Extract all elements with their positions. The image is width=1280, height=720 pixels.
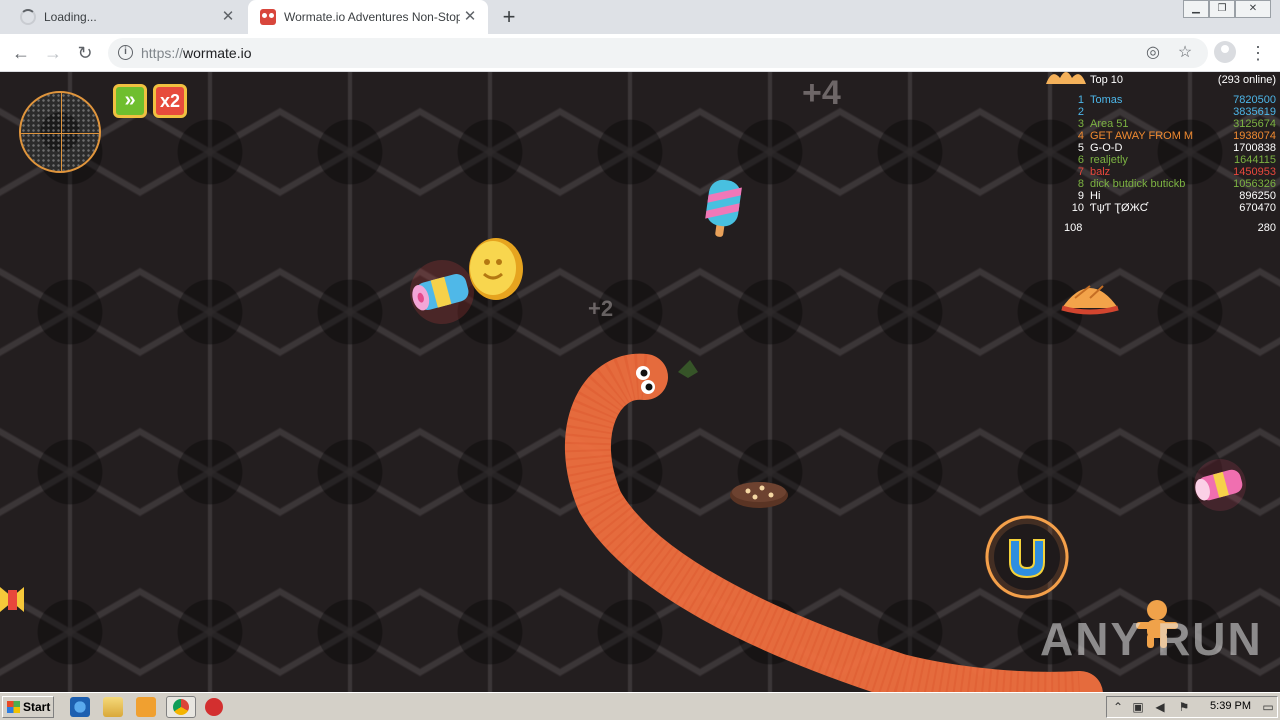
leaderboard-rank: 4 xyxy=(1077,130,1084,142)
popsicle-food xyxy=(705,179,742,237)
chrome-taskbar-button[interactable] xyxy=(166,696,196,718)
close-tab-icon[interactable]: ✕ xyxy=(460,7,480,27)
location-icon[interactable]: ◎ xyxy=(1143,43,1163,63)
tab-loading[interactable]: Loading... ✕ xyxy=(8,0,246,34)
leaderboard-name: G-O-D xyxy=(1090,142,1123,154)
leaderboard-score: 7820500 xyxy=(1233,94,1276,106)
cookie-food xyxy=(730,482,788,508)
score-popup: +4 xyxy=(802,74,841,112)
minimap xyxy=(19,91,101,173)
folder-icon[interactable] xyxy=(103,697,123,717)
leaderboard-name: realjetly xyxy=(1090,154,1128,166)
leaderboard-row: 7 balz 1450953 xyxy=(1068,166,1276,178)
leaderboard-title: Top 10 xyxy=(1090,74,1124,86)
stop-icon[interactable] xyxy=(205,698,223,716)
leaderboard-rank: 9 xyxy=(1077,190,1084,202)
leaderboard-name: GET AWAY FROM M xyxy=(1090,130,1194,142)
leaderboard-score: 1644115 xyxy=(1233,154,1276,166)
volume-icon[interactable]: ◀ xyxy=(1153,700,1167,714)
leaderboard-row: 3 Area 51 3125674 xyxy=(1068,118,1276,130)
player-rank: 108 xyxy=(1064,222,1083,234)
leaderboard-score: 1700838 xyxy=(1233,142,1276,154)
leaderboard-row: 10 ƬψƬ ƮØЖƇ 670470 xyxy=(1068,202,1276,214)
leaderboard-row: 5 G-O-D 1700838 xyxy=(1068,142,1276,154)
coin-food xyxy=(469,238,523,300)
clock[interactable]: 5:39 PM xyxy=(1210,700,1251,712)
minimize-button[interactable]: ▁ xyxy=(1183,0,1209,18)
pie-food xyxy=(1061,285,1119,315)
tab-title: Loading... xyxy=(44,10,97,24)
leaderboard-row: 1 Tomas 7820500 xyxy=(1068,94,1276,106)
internet-explorer-icon[interactable] xyxy=(70,697,90,717)
magnet-powerup-orb xyxy=(985,515,1069,599)
leaderboard-score: 670470 xyxy=(1239,202,1276,214)
chrome-icon xyxy=(173,699,189,715)
candy-roll-food xyxy=(1194,459,1246,511)
back-button[interactable]: ← xyxy=(8,40,34,66)
leaderboard-score: 3125674 xyxy=(1233,118,1276,130)
anyrun-watermark: ANY RUN xyxy=(1040,613,1263,665)
leaderboard-rank: 8 xyxy=(1077,178,1084,190)
leaderboard-row: 6 realjetly 1644115 xyxy=(1068,154,1276,166)
online-count: (293 online) xyxy=(1217,74,1276,86)
wormate-favicon-icon xyxy=(260,9,276,25)
leaderboard-rank: 7 xyxy=(1077,166,1084,178)
close-window-button[interactable]: ✕ xyxy=(1235,0,1271,18)
speed-powerup-icon: » xyxy=(113,84,147,118)
tab-strip: Loading... ✕ Wormate.io Adventures Non-S… xyxy=(0,0,1280,34)
flag-icon[interactable]: ⚑ xyxy=(1177,700,1191,714)
score-popup: +2 xyxy=(588,296,614,321)
network-icon[interactable]: ▣ xyxy=(1131,700,1145,714)
leaderboard-score: 1450953 xyxy=(1233,166,1276,178)
leaderboard-name: Tomas xyxy=(1090,94,1123,106)
leaf-food xyxy=(678,360,698,378)
crown-icon xyxy=(1046,72,1086,84)
bookmark-star-icon[interactable]: ☆ xyxy=(1175,43,1195,63)
leaderboard-rank: 1 xyxy=(1077,94,1084,106)
windows-logo-icon xyxy=(7,701,20,713)
leaderboard-row: 8 dick butdick butickb 1056326 xyxy=(1068,178,1276,190)
leaderboard-score: 1056326 xyxy=(1233,178,1276,190)
loading-spinner-icon xyxy=(20,9,36,25)
taskbar: Start ⌃ ▣ ◀ ⚑ ▭ 5:39 PM xyxy=(0,692,1280,720)
leaderboard-rank: 6 xyxy=(1077,154,1084,166)
monitor-icon[interactable]: ▭ xyxy=(1261,700,1275,714)
leaderboard-score: 3835619 xyxy=(1233,106,1276,118)
leaderboard-rank: 2 xyxy=(1077,106,1084,118)
leaderboard-name: ƬψƬ ƮØЖƇ xyxy=(1090,202,1148,214)
media-player-icon[interactable] xyxy=(136,697,156,717)
chevron-up-icon[interactable]: ⌃ xyxy=(1111,700,1125,714)
leaderboard-name: Area 51 xyxy=(1090,118,1129,130)
browser-toolbar: ← → ↻ i https://wormate.io ◎ ☆ ⋮ xyxy=(0,34,1280,72)
leaderboard-rank: 5 xyxy=(1077,142,1084,154)
leaderboard-score: 1938074 xyxy=(1233,130,1276,142)
leaderboard-name: balz xyxy=(1090,166,1111,178)
profile-avatar[interactable] xyxy=(1214,41,1236,63)
leaderboard-row: 9 Hi 896250 xyxy=(1068,190,1276,202)
tab-title: Wormate.io Adventures Non-Stop xyxy=(284,10,460,24)
leaderboard-row: 4 GET AWAY FROM M 1938074 xyxy=(1068,130,1276,142)
system-tray: ⌃ ▣ ◀ ⚑ ▭ 5:39 PM xyxy=(1106,696,1278,718)
leaderboard-name: dick butdick butickb xyxy=(1090,178,1186,190)
candy-wrapper-food xyxy=(0,587,24,612)
multiplier-powerup-icon: x2 xyxy=(153,84,187,118)
leaderboard-name: Hi xyxy=(1090,190,1101,202)
forward-button[interactable]: → xyxy=(40,40,66,66)
address-bar[interactable]: i https://wormate.io ◎ ☆ xyxy=(108,38,1208,68)
player-score: 280 xyxy=(1257,222,1276,234)
close-tab-icon[interactable]: ✕ xyxy=(218,7,238,27)
leaderboard-rank: 3 xyxy=(1077,118,1084,130)
leaderboard-rank: 10 xyxy=(1071,202,1084,214)
leaderboard-row: 2 3835619 xyxy=(1068,106,1276,118)
new-tab-button[interactable]: + xyxy=(496,5,522,31)
leaderboard-score: 896250 xyxy=(1239,190,1276,202)
browser-menu-icon[interactable]: ⋮ xyxy=(1248,40,1268,66)
reload-button[interactable]: ↻ xyxy=(72,40,98,66)
url-text[interactable]: https://wormate.io xyxy=(141,45,252,61)
start-button[interactable]: Start xyxy=(2,696,54,718)
restore-button[interactable]: ❐ xyxy=(1209,0,1235,18)
game-canvas[interactable]: » x2 +4 +2 Top 10 (293 online) 1 Tomas 782… xyxy=(0,72,1280,692)
tab-wormate[interactable]: Wormate.io Adventures Non-Stop ✕ xyxy=(248,0,488,34)
site-info-icon[interactable]: i xyxy=(118,45,133,60)
